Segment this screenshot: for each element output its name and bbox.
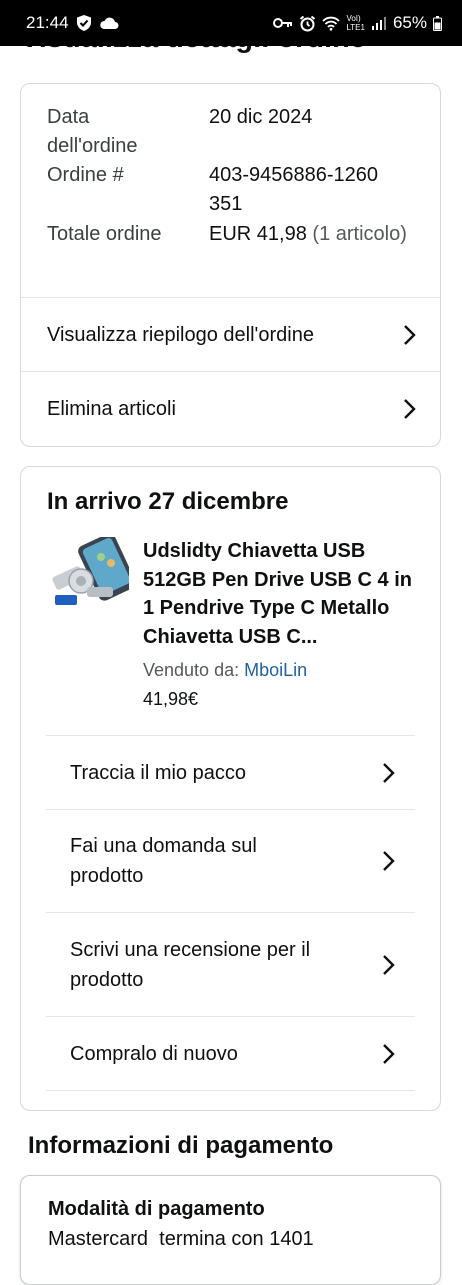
track-package-label: Traccia il mio pacco [70, 761, 246, 784]
alarm-icon [299, 15, 316, 32]
chevron-right-icon [381, 1043, 397, 1065]
track-package-link[interactable]: Traccia il mio pacco [46, 735, 415, 809]
order-date-value: 20 dic 2024 [209, 106, 313, 128]
battery-icon [433, 15, 442, 31]
shipment-card: In arrivo 27 dicembre Udslidty Chiavetta… [20, 466, 441, 1111]
order-total-amount: EUR 41,98 [209, 223, 307, 245]
battery-level: 65% [392, 13, 427, 32]
status-bar: 21:44 VoI) LTE1 65% [0, 0, 462, 46]
chevron-right-icon [402, 324, 418, 346]
ask-product-question-label: Fai una domanda sul prodotto [70, 835, 257, 887]
network-type: VoI) LTE1 [346, 14, 365, 32]
seller-link[interactable]: MboiLin [244, 660, 307, 680]
cloud-icon [99, 16, 119, 30]
view-order-summary-label: Visualizza riepilogo dell'ordine [47, 323, 314, 346]
chevron-right-icon [381, 954, 397, 976]
chevron-right-icon [402, 398, 418, 420]
order-total-value: EUR 41,98 (1 articolo) [209, 220, 409, 249]
delete-items-link[interactable]: Elimina articoli [21, 371, 440, 446]
product-image[interactable] [51, 533, 136, 615]
write-review-link[interactable]: Scrivi una recensione per il prodotto [46, 912, 415, 1016]
order-total-items: (1 articolo) [312, 223, 407, 245]
order-summary-card: Data dell'ordine 20 dic 2024 Ordine # 40… [20, 83, 441, 447]
ask-product-question-link[interactable]: Fai una domanda sul prodotto [46, 809, 415, 912]
seller-info: Venduto da: MboiLin [143, 660, 307, 681]
signal-icon [371, 16, 387, 30]
payment-method-label: Modalità di pagamento [48, 1198, 265, 1220]
shield-icon [75, 14, 93, 32]
delete-items-label: Elimina articoli [47, 398, 176, 420]
write-review-label: Scrivi una recensione per il prodotto [70, 938, 311, 991]
product-title[interactable]: Udslidty Chiavetta USB 512GB Pen Drive U… [143, 537, 418, 651]
buy-again-link[interactable]: Compralo di nuovo [46, 1016, 415, 1090]
order-number-label: Ordine # [47, 164, 124, 186]
payment-method-value: Mastercard termina con 1401 [48, 1228, 314, 1250]
divider [46, 1090, 415, 1091]
product-price: 41,98€ [143, 689, 199, 709]
clock: 21:44 [26, 13, 69, 32]
chevron-right-icon [381, 850, 397, 872]
payment-section-title: Informazioni di pagamento [28, 1132, 334, 1159]
wifi-icon [322, 16, 341, 31]
order-total-label: Totale ordine [47, 223, 162, 245]
payment-method-card: Modalità di pagamento Mastercard termina… [20, 1175, 441, 1285]
seller-label: Venduto da: [143, 660, 240, 680]
order-date-label: Data dell'ordine [47, 106, 138, 157]
order-number-value: 403-9456886-1260351 [209, 164, 379, 215]
key-icon [273, 16, 293, 30]
view-order-summary-link[interactable]: Visualizza riepilogo dell'ordine [21, 297, 440, 371]
buy-again-label: Compralo di nuovo [70, 1042, 238, 1065]
arrival-date: In arrivo 27 dicembre [47, 488, 289, 515]
chevron-right-icon [381, 762, 397, 784]
